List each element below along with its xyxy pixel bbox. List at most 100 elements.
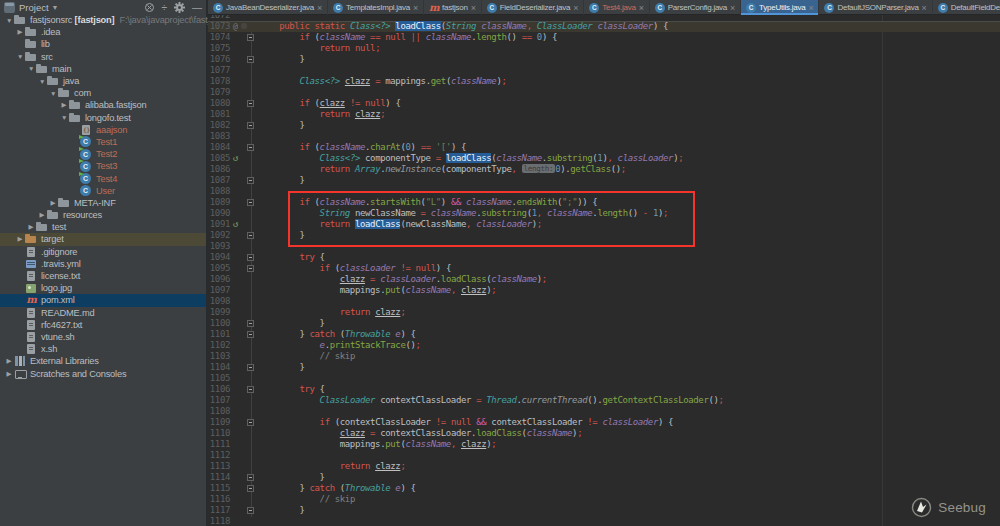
code-line[interactable]: 1078 Class<?> clazz = mappings.get(class… (208, 76, 1000, 87)
tab-fastjson[interactable]: mfastjson× (424, 0, 482, 15)
code-line[interactable]: 1086 return Array.newInstance(componentT… (208, 164, 1000, 175)
fold-marker-icon[interactable] (247, 232, 254, 239)
tree-item-java[interactable]: ▼java (0, 75, 206, 87)
chevron-down-icon[interactable]: ▼ (52, 4, 59, 11)
tree-item-meta-inf[interactable]: ▶META-INF (0, 197, 206, 209)
tree-expand-arrow[interactable]: ▼ (4, 17, 14, 24)
tree-item-target[interactable]: ▶target (0, 233, 206, 245)
code-line[interactable]: 1094 try { (208, 252, 1000, 263)
tree-expand-arrow[interactable]: ▼ (59, 114, 69, 121)
close-icon[interactable]: × (413, 3, 418, 13)
tree-expand-arrow[interactable]: ▶ (4, 357, 14, 365)
close-icon[interactable]: × (471, 3, 476, 13)
close-icon[interactable]: × (922, 3, 927, 13)
tree-expand-arrow[interactable]: ▶ (37, 211, 47, 219)
close-icon[interactable]: × (730, 3, 735, 13)
tree-item-rfc4627-txt[interactable]: rfc4627.txt (0, 319, 206, 331)
tree-item-x-sh[interactable]: x.sh (0, 343, 206, 355)
fold-marker-icon[interactable] (247, 507, 254, 514)
code-line[interactable]: 1111 mappings.put(className, clazz); (208, 439, 1000, 450)
tab-parserconfig-java[interactable]: CParserConfig.java× (650, 0, 741, 15)
fold-marker-icon[interactable] (247, 331, 254, 338)
code-line[interactable]: 1096 clazz = classLoader.loadClass(class… (208, 274, 1000, 285)
fold-marker-icon[interactable] (247, 100, 254, 107)
code-line[interactable]: 1087 } (208, 175, 1000, 186)
close-icon[interactable]: × (317, 3, 322, 13)
tree-item-logo-jpg[interactable]: logo.jpg (0, 282, 206, 294)
tree-expand-arrow[interactable]: ▶ (15, 28, 25, 36)
tree-item--gitignore[interactable]: .gitignore (0, 246, 206, 258)
recursive-call-icon[interactable]: ↺ (233, 153, 238, 164)
fold-marker-icon[interactable] (247, 419, 254, 426)
code-line[interactable]: 1105 (208, 373, 1000, 384)
tree-item-vtune-sh[interactable]: vtune.sh (0, 331, 206, 343)
code-line[interactable]: 1109 if (contextClassLoader != null && c… (208, 417, 1000, 428)
tree-item--idea[interactable]: ▶.idea (0, 26, 206, 38)
code-editor[interactable]: 10721073@ public static Class<?> loadCla… (208, 10, 1000, 526)
annotation-icon[interactable]: @ (233, 21, 237, 32)
code-line[interactable]: 1084 if (className.charAt(0) == '[') { (208, 142, 1000, 153)
hide-panel-icon[interactable]: — (192, 2, 202, 13)
fold-marker-icon[interactable] (247, 265, 254, 272)
code-line[interactable]: 1103 // skip (208, 351, 1000, 362)
code-line[interactable]: 1101 } catch (Throwable e) { (208, 329, 1000, 340)
tree-item-src[interactable]: ▼src (0, 51, 206, 63)
tab-defaultjsonparser-java[interactable]: CDefaultJSONParser.java× (819, 0, 932, 15)
gear-icon[interactable] (174, 2, 185, 13)
code-line[interactable]: 1095 if (classLoader != null) { (208, 263, 1000, 274)
tree-item-main[interactable]: ▼main (0, 63, 206, 75)
code-line[interactable]: 1073@ public static Class<?> loadClass(S… (208, 21, 1000, 32)
tree-item-com[interactable]: ▼com (0, 87, 206, 99)
tree-item-test2[interactable]: CTest2 (0, 148, 206, 160)
tree-item-readme-md[interactable]: README.md (0, 307, 206, 319)
tree-item-pom-xml[interactable]: mpom.xml (0, 294, 206, 306)
code-line[interactable]: 1085↺ Class<?> componentType = loadClass… (208, 153, 1000, 164)
fold-marker-icon[interactable] (247, 199, 254, 206)
collapse-all-icon[interactable]: ÷ (162, 2, 168, 13)
tree-expand-arrow[interactable]: ▼ (37, 78, 47, 85)
tree-item-user[interactable]: CUser (0, 185, 206, 197)
code-line[interactable]: 1100 } (208, 318, 1000, 329)
tree-item-external-libraries[interactable]: ▶External Libraries (0, 355, 206, 367)
code-line[interactable]: 1118 (208, 516, 1000, 526)
tree-item-test4[interactable]: CTest4 (0, 172, 206, 184)
code-line[interactable]: 1104 } (208, 362, 1000, 373)
tree-item-test[interactable]: ▶test (0, 221, 206, 233)
code-line[interactable]: 1083 (208, 131, 1000, 142)
tree-expand-arrow[interactable]: ▼ (26, 65, 36, 72)
code-line[interactable]: 1075 return null; (208, 43, 1000, 54)
tree-item--travis-yml[interactable]: .travis.yml (0, 258, 206, 270)
code-line[interactable]: 1076 } (208, 54, 1000, 65)
tree-item-alibaba-fastjson[interactable]: ▶alibaba.fastjson (0, 99, 206, 111)
code-line[interactable]: 1074 if (className == null || className.… (208, 32, 1000, 43)
code-line[interactable]: 1108 (208, 406, 1000, 417)
fold-marker-icon[interactable] (247, 254, 254, 261)
recursive-call-icon[interactable]: ↺ (233, 219, 238, 230)
tab-fielddeserializer-java[interactable]: CFieldDeserializer.java× (482, 0, 585, 15)
fold-marker-icon[interactable] (247, 144, 254, 151)
code-line[interactable]: 1077 (208, 65, 1000, 76)
code-line[interactable]: 1106 try { (208, 384, 1000, 395)
fold-marker-icon[interactable] (247, 364, 254, 371)
locate-file-icon[interactable] (144, 2, 155, 13)
tab-typeutils-java[interactable]: CTypeUtils.java× (741, 0, 819, 15)
fold-marker-icon[interactable] (247, 320, 254, 327)
code-line[interactable]: 1082 } (208, 120, 1000, 131)
tree-expand-arrow[interactable]: ▼ (48, 90, 58, 97)
code-line[interactable]: 1115 } catch (Throwable e) { (208, 483, 1000, 494)
tree-item-test1[interactable]: CTest1 (0, 136, 206, 148)
tree-item-license-txt[interactable]: license.txt (0, 270, 206, 282)
tab-defaultfielddeserializer-java[interactable]: CDefaultFieldDeserializer.java× (933, 0, 1000, 15)
close-icon[interactable]: × (639, 3, 644, 13)
code-line[interactable]: 1116 // skip (208, 494, 1000, 505)
tree-item-fastjsonsrc[interactable]: ▼fastjsonsrc [fastjson]F:\java\javaproje… (0, 14, 206, 26)
code-line[interactable]: 1097 mappings.put(className, clazz); (208, 285, 1000, 296)
tree-expand-arrow[interactable]: ▶ (59, 101, 69, 109)
fold-marker-icon[interactable] (247, 485, 254, 492)
fold-marker-icon[interactable] (247, 177, 254, 184)
code-line[interactable]: 1113 return clazz; (208, 461, 1000, 472)
fold-marker-icon[interactable] (247, 386, 254, 393)
tree-expand-arrow[interactable]: ▼ (15, 53, 25, 60)
code-line[interactable]: 1080 if (clazz != null) { (208, 98, 1000, 109)
tab-templatesimpl-java[interactable]: CTemplatesImpl.java× (328, 0, 424, 15)
